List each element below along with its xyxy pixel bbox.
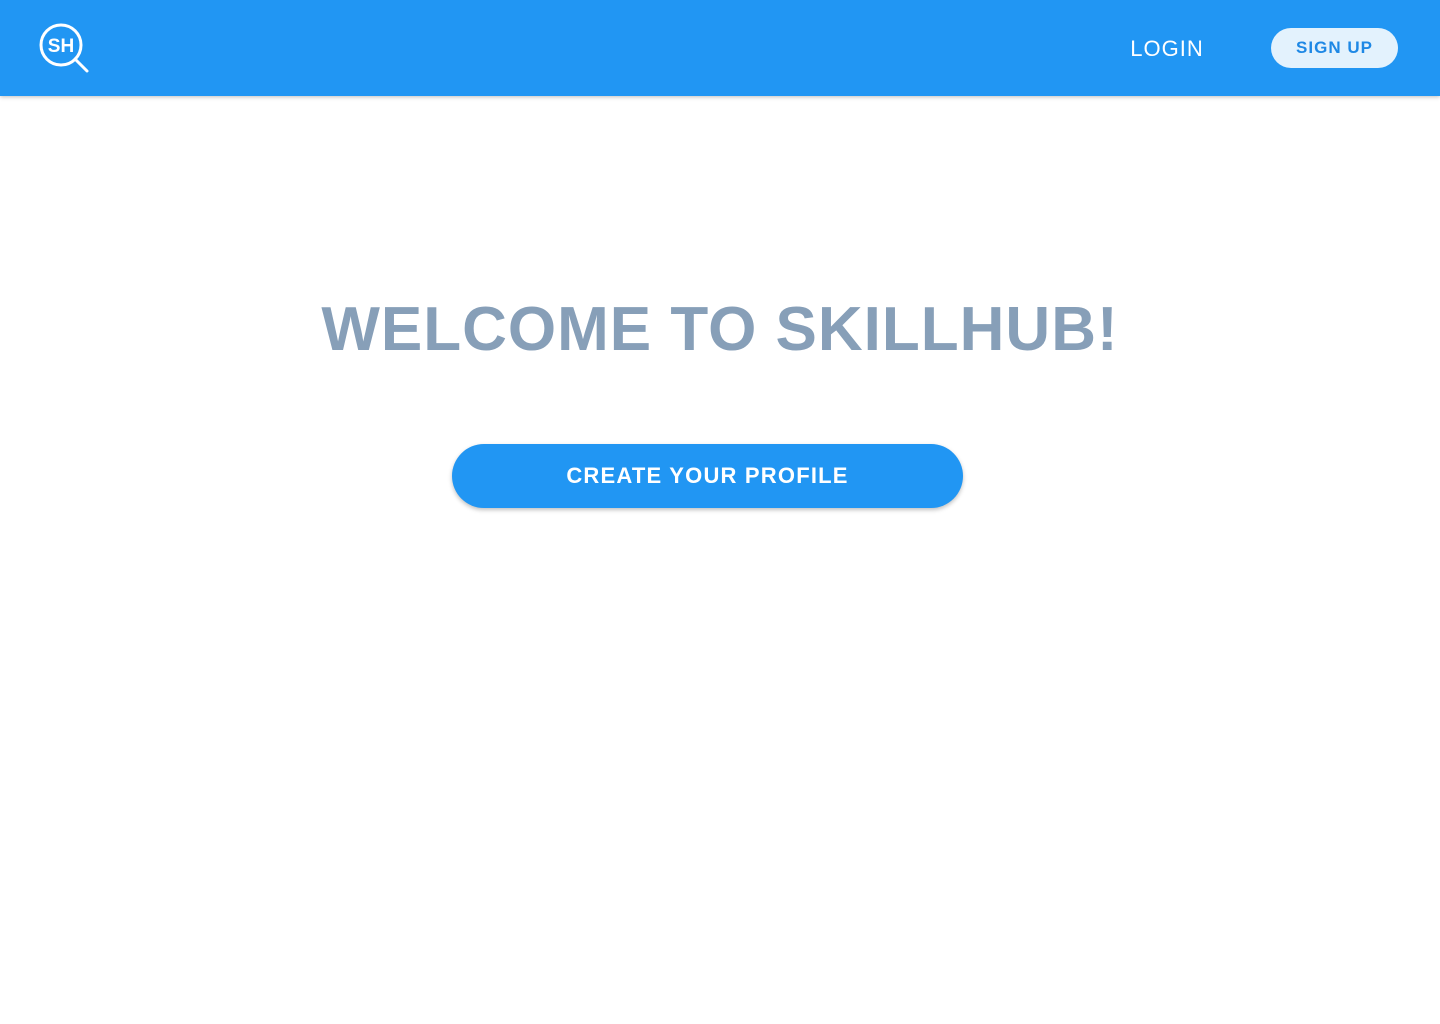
create-profile-button[interactable]: CREATE YOUR PROFILE (452, 444, 963, 508)
welcome-title: WELCOME TO SKILLHUB! (321, 295, 1119, 364)
top-app-bar: SH LOGIN SIGN UP (0, 0, 1440, 96)
skillhub-logo[interactable]: SH (38, 22, 92, 76)
logo-text: SH (48, 36, 74, 57)
sign-up-button[interactable]: SIGN UP (1271, 28, 1398, 68)
login-link[interactable]: LOGIN (1100, 30, 1234, 68)
magnifier-logo-icon: SH (39, 23, 89, 73)
